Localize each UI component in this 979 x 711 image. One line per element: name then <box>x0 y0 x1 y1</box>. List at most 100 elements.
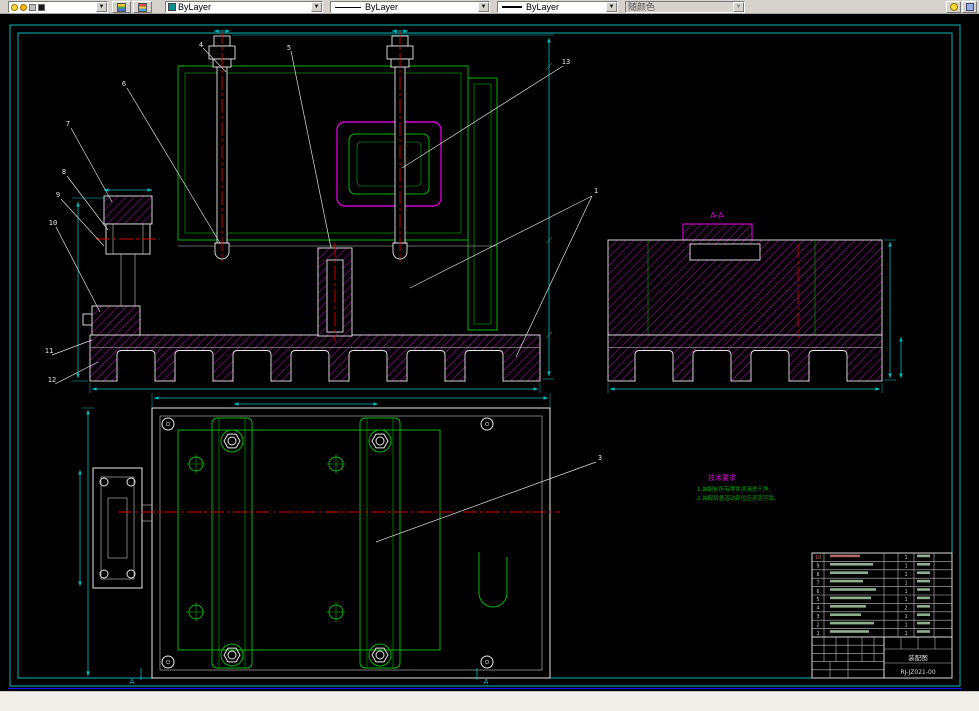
bom-row-material-text <box>917 571 930 574</box>
layer-previous-button[interactable] <box>133 1 152 13</box>
bom-row-material-text <box>917 563 930 566</box>
toolbar-extra-button-1[interactable] <box>946 1 961 13</box>
drawing-canvas[interactable]: A-A 技术要求 1.装配前所有零件须清洗干净; 2.装配后各活动部位应灵活可靠… <box>0 14 979 691</box>
bom-row-no: 6 <box>816 589 819 595</box>
toolbar-extra-button-2[interactable] <box>962 1 977 13</box>
callout-number: 1 <box>594 187 598 195</box>
make-layer-current-button[interactable] <box>112 1 131 13</box>
bottom-strip <box>0 691 979 711</box>
callout-number: 6 <box>122 80 126 88</box>
bom-row-material-text <box>917 588 930 591</box>
callout-number: 3 <box>598 454 602 462</box>
bom-row-no: 5 <box>816 597 819 603</box>
chevron-down-icon[interactable]: ▼ <box>606 2 617 12</box>
lineweight-sample-icon <box>502 6 522 8</box>
bom-row-no: 4 <box>816 606 819 612</box>
layers-icon <box>117 2 126 12</box>
linetype-sample-icon <box>335 6 361 8</box>
bom-row-no: 10 <box>815 555 821 561</box>
bom-row-material-text <box>917 630 930 633</box>
cut-label-right: A <box>484 678 489 686</box>
bom-row-material-text <box>917 605 930 608</box>
linetype-value: ByLayer <box>365 1 399 12</box>
chevron-down-icon[interactable]: ▼ <box>96 2 107 12</box>
bom-row-qty: 1 <box>904 631 907 637</box>
layer-lock-icon <box>29 3 36 11</box>
section-label: A-A <box>710 211 724 220</box>
bom-row-name-text <box>830 630 869 633</box>
bom-row-no: 9 <box>816 564 819 570</box>
tech-requirements-title: 技术要求 <box>708 473 736 482</box>
bom-row-material-text <box>917 613 930 616</box>
bom-row-no: 2 <box>816 622 819 628</box>
tool-icon <box>965 3 974 11</box>
application-window: ▼ ByLayer ▼ ByLayer ▼ ByLayer ▼ 随颜色 ▼ A-… <box>0 0 979 711</box>
bom-row-name-text <box>830 596 871 600</box>
drawing-title: 装配图 <box>908 653 928 662</box>
callout-number: 8 <box>62 168 66 176</box>
drawing-svg: A-A 技术要求 1.装配前所有零件须清洗干净; 2.装配后各活动部位应灵活可靠… <box>8 24 962 690</box>
rail-left[interactable] <box>211 417 253 669</box>
plan-view[interactable] <box>92 407 560 679</box>
bom-row-name-text <box>830 554 860 558</box>
bom-row-no: 8 <box>816 572 819 578</box>
bom-row-no: 1 <box>816 631 819 637</box>
chevron-down-icon[interactable]: ▼ <box>311 2 322 12</box>
layer-dropdown[interactable]: ▼ <box>8 1 108 13</box>
bom-rows: 10 1 9 1 8 1 7 1 6 1 5 1 4 2 3 1 2 1 1 1 <box>815 554 930 637</box>
bom-row-material-text <box>917 621 930 625</box>
plotstyle-dropdown: 随颜色 ▼ <box>625 1 745 13</box>
object-properties-toolbar: ▼ ByLayer ▼ ByLayer ▼ ByLayer ▼ 随颜色 ▼ <box>0 0 979 14</box>
front-view[interactable] <box>82 30 541 382</box>
bom-row-no: 7 <box>816 580 819 586</box>
bom-row-name-text <box>830 579 863 583</box>
bom-row-material-text <box>917 579 930 583</box>
bom-row-qty: 1 <box>904 589 907 595</box>
bom-row-qty: 1 <box>904 614 907 620</box>
cut-label-left: A <box>130 678 135 686</box>
tech-requirements-line: 1.装配前所有零件须清洗干净; <box>697 485 770 493</box>
callout-number: 5 <box>287 44 291 52</box>
lineweight-value: ByLayer <box>526 1 560 12</box>
locating-holes <box>186 454 346 622</box>
bom-row-qty: 1 <box>904 564 907 570</box>
title-block[interactable]: 装配图 RJ-JZ021-00 10 1 9 1 8 1 7 1 6 1 5 1 4 2 3 1 2 1 1 1 <box>811 552 953 679</box>
layers-icon <box>138 2 147 12</box>
chevron-down-icon[interactable]: ▼ <box>478 2 489 12</box>
bom-row-qty: 1 <box>904 622 907 628</box>
callout-number: 4 <box>199 41 203 49</box>
chevron-down-icon: ▼ <box>733 2 744 12</box>
section-view-aa[interactable]: A-A <box>607 211 883 382</box>
rail-right[interactable] <box>359 417 401 669</box>
bom-row-qty: 1 <box>904 597 907 603</box>
linetype-dropdown[interactable]: ByLayer ▼ <box>330 1 490 13</box>
sun-icon <box>949 3 958 11</box>
bom-row-qty: 1 <box>904 555 907 561</box>
bom-row-no: 3 <box>816 614 819 620</box>
layer-color-chip <box>38 3 45 11</box>
layer-freeze-icon <box>20 3 27 11</box>
technical-requirements: 技术要求 1.装配前所有零件须清洗干净; 2.装配后各活动部位应灵活可靠。 <box>697 473 779 502</box>
tech-requirements-line: 2.装配后各活动部位应灵活可靠。 <box>697 494 779 502</box>
callout-number: 11 <box>45 347 53 355</box>
plotstyle-value: 随颜色 <box>628 1 656 12</box>
callout-number: 10 <box>49 219 57 227</box>
bom-row-qty: 2 <box>904 606 907 612</box>
callout-number: 7 <box>66 120 70 128</box>
bom-row-material-text <box>917 596 930 600</box>
hook[interactable] <box>478 552 508 608</box>
callout-number: 13 <box>562 58 570 66</box>
callout-number: 12 <box>48 376 56 384</box>
lineweight-dropdown[interactable]: ByLayer ▼ <box>497 1 618 13</box>
bom-row-material-text <box>917 554 930 558</box>
color-value: ByLayer <box>178 1 212 12</box>
side-clamp-plan[interactable] <box>92 467 152 589</box>
drawing-number: RJ-JZ021-00 <box>900 669 936 676</box>
color-dropdown[interactable]: ByLayer ▼ <box>165 1 323 13</box>
bom-row-name-text <box>830 621 874 625</box>
layer-on-icon <box>11 3 18 11</box>
bom-row-qty: 1 <box>904 572 907 578</box>
callout-number: 9 <box>56 191 60 199</box>
current-color-swatch <box>168 3 176 11</box>
bom-row-name-text <box>830 613 861 616</box>
